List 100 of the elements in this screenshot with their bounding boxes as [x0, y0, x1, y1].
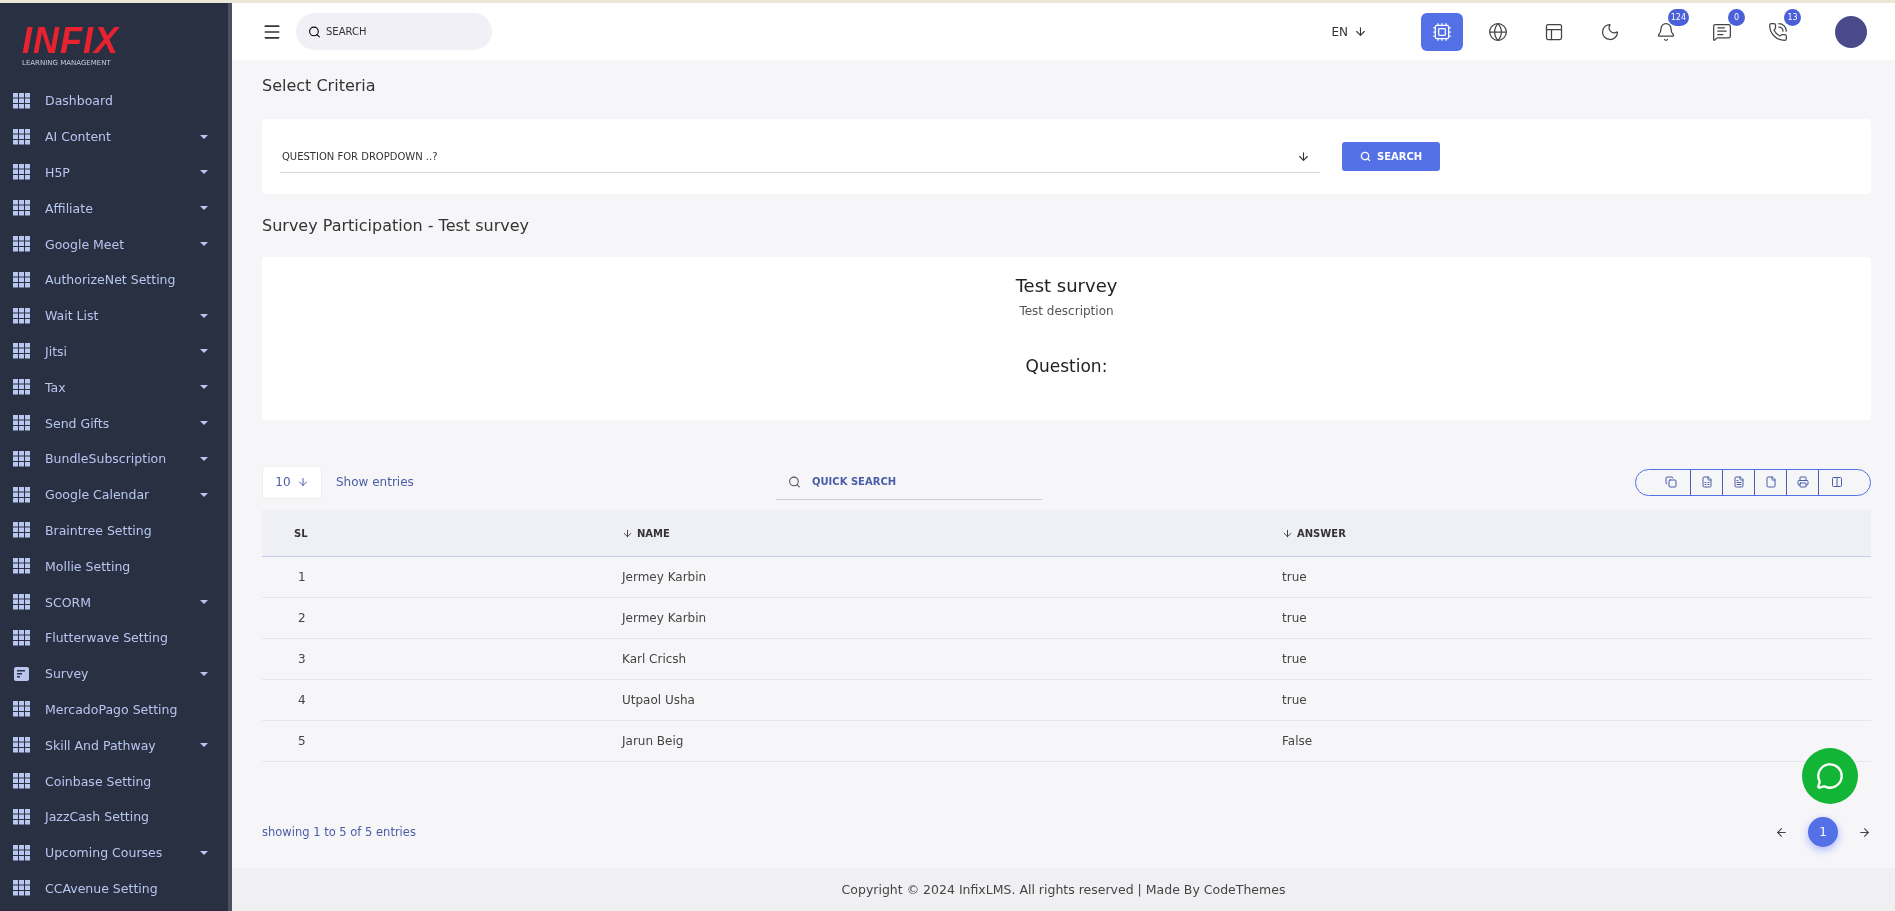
notification-badge: 0	[1728, 8, 1745, 26]
search-field[interactable]: SEARCH	[296, 13, 492, 50]
grid-icon	[13, 701, 31, 718]
brand-logo: INFIX	[22, 23, 119, 59]
sidebar-item[interactable]: Coinbase Setting	[45, 773, 208, 789]
table-cell-text: true	[1282, 570, 1308, 584]
document-icon	[13, 665, 31, 682]
sidebar-item[interactable]: Tax	[45, 379, 186, 395]
sidebar-item[interactable]: JazzCash Setting	[45, 809, 208, 825]
grid-icon	[13, 307, 31, 324]
column-header[interactable]: SL	[294, 527, 308, 539]
sidebar-item[interactable]: CCAvenue Setting	[45, 880, 208, 896]
grid-icon	[13, 522, 31, 539]
sidebar-item[interactable]: SCORM	[45, 594, 186, 610]
quick-search-field[interactable]: QUICK SEARCH	[776, 464, 1042, 500]
print-icon	[1796, 476, 1809, 488]
search-icon	[788, 475, 801, 489]
excel-icon	[1700, 476, 1713, 488]
grid-icon	[13, 773, 31, 790]
table-cell-text: 5	[297, 734, 307, 748]
grid-icon	[13, 629, 31, 646]
table-cell-text: 1	[297, 570, 307, 584]
sidebar-item[interactable]: Google Meet	[45, 236, 186, 252]
grid-icon	[13, 271, 31, 288]
phone-glyph-icon	[1768, 21, 1788, 42]
section-title: Survey Participation - Test survey	[262, 216, 530, 235]
table-cell-text: Utpaol Usha	[622, 693, 696, 707]
csv-icon	[1732, 476, 1745, 488]
sidebar-item[interactable]: Upcoming Courses	[45, 845, 186, 861]
sidebar-item[interactable]: Braintree Setting	[45, 522, 208, 538]
language-selector[interactable]: EN	[1331, 24, 1367, 39]
search-icon	[1360, 151, 1371, 162]
question-select[interactable]: QUESTION FOR DROPDOWN ..?	[280, 140, 1320, 173]
globe-glyph-icon	[1488, 21, 1508, 42]
sidebar-item[interactable]: Dashboard	[45, 93, 208, 109]
grid-icon	[13, 236, 31, 253]
table-cell-text: 2	[297, 611, 307, 625]
grid-icon	[13, 558, 31, 575]
previous-page-button[interactable]	[1775, 825, 1788, 839]
bell-glyph-icon	[1656, 21, 1676, 42]
layout-glyph-icon	[1544, 21, 1564, 42]
columns-icon	[1830, 476, 1843, 488]
sidebar-item[interactable]: Skill And Pathway	[45, 737, 186, 753]
grid-icon	[13, 486, 31, 503]
grid-icon	[13, 594, 31, 611]
chip-icon[interactable]	[1421, 12, 1463, 51]
grid-icon	[13, 379, 31, 396]
sort-icon[interactable]	[622, 527, 633, 539]
page-size-select[interactable]: 10	[262, 465, 322, 499]
arrow-down-icon	[1297, 149, 1310, 163]
message-glyph-icon	[1712, 21, 1732, 42]
grid-icon	[13, 450, 31, 467]
table-cell-text: 4	[297, 693, 307, 707]
grid-icon	[13, 808, 31, 825]
section-title: Select Criteria	[262, 76, 377, 95]
column-header[interactable]: NAME	[637, 527, 670, 539]
grid-icon	[13, 92, 31, 109]
sort-icon[interactable]	[1282, 527, 1293, 539]
grid-icon	[13, 200, 31, 217]
sidebar-item[interactable]: Mollie Setting	[45, 558, 208, 574]
table-cell-text: Karl Cricsh	[622, 652, 688, 666]
sidebar-item[interactable]: BundleSubscription	[45, 451, 186, 467]
table-cell-text: False	[1282, 734, 1314, 748]
search-icon	[308, 25, 321, 38]
sidebar-item[interactable]: Google Calendar	[45, 487, 186, 503]
table-cell-text: Jermey Karbin	[622, 611, 708, 625]
search-button[interactable]: SEARCH	[1342, 142, 1441, 171]
table-cell-text: true	[1282, 652, 1308, 666]
sidebar-item[interactable]: Flutterwave Setting	[45, 630, 208, 646]
survey-description: Test description	[1019, 304, 1114, 318]
grid-icon	[13, 343, 31, 360]
arrow-down-icon	[296, 476, 309, 488]
sidebar-item[interactable]: Wait List	[45, 308, 186, 324]
grid-icon	[13, 880, 31, 897]
grid-icon	[13, 737, 31, 754]
table-cell-text: Jarun Beig	[622, 734, 685, 748]
table-cell-text: true	[1282, 693, 1308, 707]
column-header[interactable]: ANSWER	[1297, 527, 1346, 539]
sidebar-item[interactable]: Survey	[45, 666, 186, 682]
grid-icon	[13, 128, 31, 145]
sidebar-item[interactable]: Jitsi	[45, 343, 186, 359]
sidebar-item[interactable]: Send Gifts	[45, 415, 186, 431]
chip-glyph-icon	[1432, 21, 1452, 42]
grid-icon	[13, 164, 31, 181]
table-cell-text: Jermey Karbin	[622, 570, 708, 584]
sidebar-item[interactable]: H5P	[45, 165, 186, 180]
page-button[interactable]: 1	[1808, 817, 1838, 847]
copyright-text: Copyright © 2024 InfixLMS. All rights reserved | Made By CodeThemes	[841, 882, 1286, 897]
arrow-down-icon	[1354, 25, 1367, 38]
table-cell-text: true	[1282, 611, 1308, 625]
avatar[interactable]	[1835, 15, 1867, 48]
next-page-button[interactable]	[1858, 825, 1871, 839]
sidebar-item[interactable]: MercadoPago Setting	[45, 701, 208, 717]
notification-badge: 13	[1784, 8, 1801, 26]
grid-icon	[13, 844, 31, 861]
sidebar-item[interactable]: Affiliate	[45, 200, 186, 216]
moon-glyph-icon	[1600, 21, 1620, 42]
table-cell-text: 3	[297, 652, 307, 666]
sidebar-item[interactable]: AuthorizeNet Setting	[45, 272, 208, 288]
sidebar-item[interactable]: AI Content	[45, 129, 186, 145]
